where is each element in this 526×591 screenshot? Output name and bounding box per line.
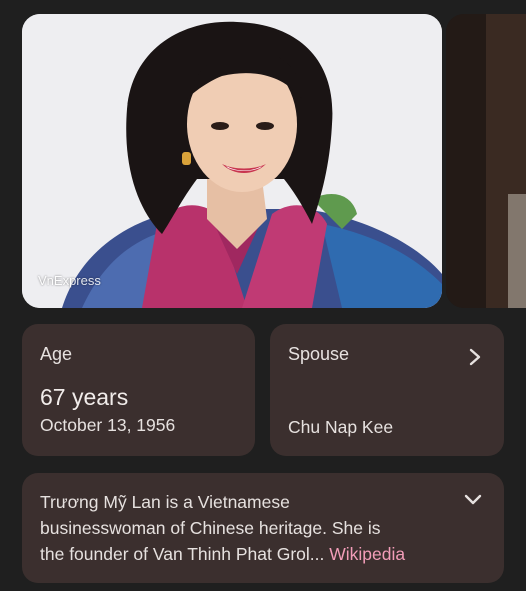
description-line-2: businesswoman of Chinese heritage. She i… (40, 518, 381, 538)
age-label: Age (40, 344, 73, 364)
portrait-photo[interactable]: VnExpress (22, 14, 442, 308)
description-card[interactable]: Trương Mỹ Lan is a Vietnamese businesswo… (22, 473, 504, 583)
birth-date: October 13, 1956 (40, 415, 176, 435)
image-carousel[interactable]: VnExpress (0, 0, 526, 312)
description-text: Trương Mỹ Lan is a Vietnamese businesswo… (40, 489, 470, 567)
knowledge-panel: VnExpress Age 67 years October 13, 1956 … (0, 0, 526, 591)
spouse-label: Spouse (288, 344, 350, 364)
chevron-down-icon[interactable] (464, 493, 482, 507)
description-line-3-text: the founder of Van Thinh Phat Gro (40, 544, 306, 564)
next-photo-thumbnail[interactable] (446, 14, 526, 308)
next-photo-illustration (446, 14, 526, 308)
chevron-right-icon[interactable] (468, 348, 482, 366)
age-value: 67 years (40, 384, 129, 410)
description-line-1: Trương Mỹ Lan is a Vietnamese (40, 492, 290, 512)
age-card[interactable]: Age 67 years October 13, 1956 (22, 324, 255, 456)
photo-watermark: VnExpress (38, 273, 101, 288)
portrait-illustration (22, 14, 442, 308)
description-line-3: the founder of Van Thinh Phat Grol... Wi… (40, 541, 470, 567)
description-truncation: l... (305, 544, 330, 564)
spouse-card[interactable]: Spouse Chu Nap Kee (270, 324, 504, 456)
spouse-name: Chu Nap Kee (288, 417, 394, 437)
wikipedia-link[interactable]: Wikipedia (329, 544, 405, 564)
